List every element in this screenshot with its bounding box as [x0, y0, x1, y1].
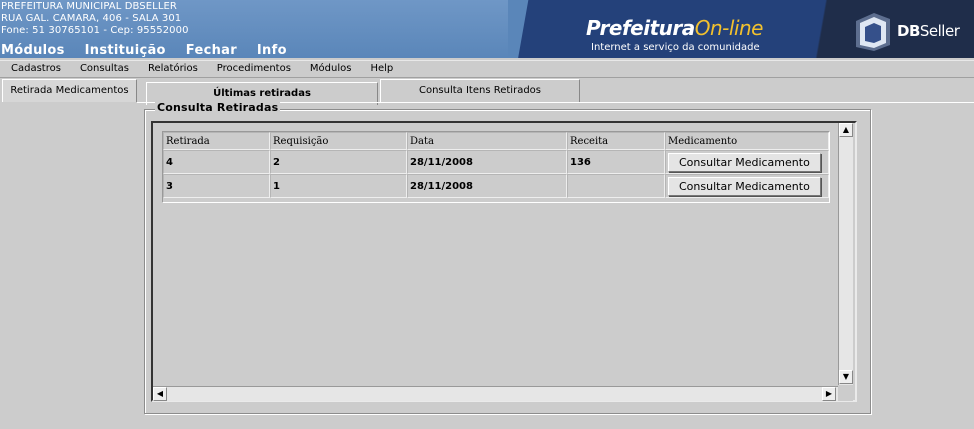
- col-requisicao: Requisição: [270, 132, 407, 150]
- cell-data: 28/11/2008: [407, 150, 567, 174]
- cell-medicamento: Consultar Medicamento: [665, 174, 829, 198]
- cell-retirada: 4: [163, 150, 270, 174]
- scroll-down-icon[interactable]: ▼: [839, 370, 853, 384]
- menu-cadastros[interactable]: Cadastros: [0, 61, 70, 77]
- menu-modulos[interactable]: Módulos: [300, 61, 361, 77]
- menu-bar: Cadastros Consultas Relatórios Procedime…: [0, 60, 974, 78]
- scroll-up-icon[interactable]: ▲: [839, 123, 853, 137]
- dbseller-logo-icon: [856, 13, 890, 51]
- col-receita: Receita: [567, 132, 665, 150]
- table-row: 3 1 28/11/2008 Consultar Medicamento: [163, 174, 829, 198]
- dbseller-wordmark-bold: DB: [897, 22, 920, 40]
- top-menu: Módulos Instituição Fechar Info: [0, 42, 307, 58]
- cell-data: 28/11/2008: [407, 174, 567, 198]
- table-row: 4 2 28/11/2008 136 Consultar Medicamento: [163, 150, 829, 174]
- cell-receita: [567, 174, 665, 198]
- app-header: PREFEITURA MUNICIPAL DBSELLER RUA GAL. C…: [0, 0, 974, 58]
- menu-relatorios[interactable]: Relatórios: [138, 61, 207, 77]
- tab-retirada-medicamentos[interactable]: Retirada Medicamentos: [2, 79, 137, 102]
- top-menu-modulos[interactable]: Módulos: [1, 42, 65, 58]
- consultar-medicamento-button[interactable]: Consultar Medicamento: [668, 152, 821, 172]
- col-data: Data: [407, 132, 567, 150]
- cell-retirada: 3: [163, 174, 270, 198]
- col-medicamento: Medicamento: [665, 132, 829, 150]
- org-address: RUA GAL. CAMARA, 406 - SALA 301: [1, 13, 182, 24]
- prefeitura-online-logo: PrefeituraOn-line: [586, 16, 763, 40]
- brand-title-highlight: On-line: [694, 16, 764, 40]
- fieldset-legend: Consulta Retiradas: [155, 101, 281, 114]
- consultar-medicamento-button[interactable]: Consultar Medicamento: [668, 176, 821, 196]
- cell-medicamento: Consultar Medicamento: [665, 150, 829, 174]
- menu-consultas[interactable]: Consultas: [70, 61, 138, 77]
- col-retirada: Retirada: [163, 132, 270, 150]
- tab-consulta-itens-retirados[interactable]: Consulta Itens Retirados: [380, 79, 580, 102]
- vertical-scrollbar[interactable]: ▲ ▼: [838, 123, 853, 385]
- horizontal-scrollbar[interactable]: ◀ ▶: [153, 386, 838, 401]
- org-phone: Fone: 51 30765101 - Cep: 95552000: [1, 25, 189, 36]
- brand-title-main: Prefeitura: [586, 16, 695, 40]
- tab-strip: Retirada Medicamentos Últimas retiradas …: [0, 79, 974, 105]
- org-name: PREFEITURA MUNICIPAL DBSELLER: [1, 1, 177, 12]
- scrollbar-corner: [838, 386, 853, 401]
- menu-help[interactable]: Help: [360, 61, 402, 77]
- scroll-left-icon[interactable]: ◀: [153, 387, 167, 401]
- table-header-row: Retirada Requisição Data Receita Medicam…: [163, 132, 829, 150]
- cell-receita: 136: [567, 150, 665, 174]
- retiradas-table: Retirada Requisição Data Receita Medicam…: [163, 132, 829, 198]
- menu-procedimentos[interactable]: Procedimentos: [207, 61, 300, 77]
- dbseller-wordmark: DBSeller: [897, 22, 960, 40]
- top-menu-fechar[interactable]: Fechar: [186, 42, 237, 58]
- brand-swoosh: [508, 0, 548, 58]
- dbseller-wordmark-light: Seller: [919, 22, 960, 40]
- top-menu-info[interactable]: Info: [257, 42, 287, 58]
- top-menu-instituicao[interactable]: Instituição: [85, 42, 166, 58]
- cell-requisicao: 1: [270, 174, 407, 198]
- brand-subtitle: Internet a serviço da comunidade: [591, 42, 760, 53]
- scroll-right-icon[interactable]: ▶: [822, 387, 836, 401]
- cell-requisicao: 2: [270, 150, 407, 174]
